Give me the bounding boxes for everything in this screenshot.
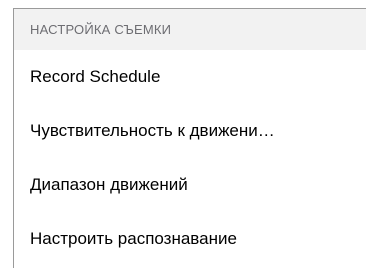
menu-item-label: Диапазон движений <box>30 175 188 194</box>
section-header: НАСТРОЙКА СЪЕМКИ <box>14 9 366 50</box>
menu-item-motion-sensitivity[interactable]: Чувствительность к движени… <box>14 104 366 158</box>
menu-item-label: Record Schedule <box>30 67 161 86</box>
menu-item-label: Чувствительность к движени… <box>30 121 275 140</box>
menu-item-motion-range[interactable]: Диапазон движений <box>14 158 366 212</box>
recording-settings-panel: НАСТРОЙКА СЪЕМКИ Record Schedule Чувстви… <box>13 8 366 268</box>
menu-item-label: Настроить распознавание <box>30 229 237 248</box>
section-header-label: НАСТРОЙКА СЪЕМКИ <box>30 22 172 37</box>
menu-item-configure-detection[interactable]: Настроить распознавание <box>14 212 366 266</box>
menu-item-record-schedule[interactable]: Record Schedule <box>14 50 366 104</box>
